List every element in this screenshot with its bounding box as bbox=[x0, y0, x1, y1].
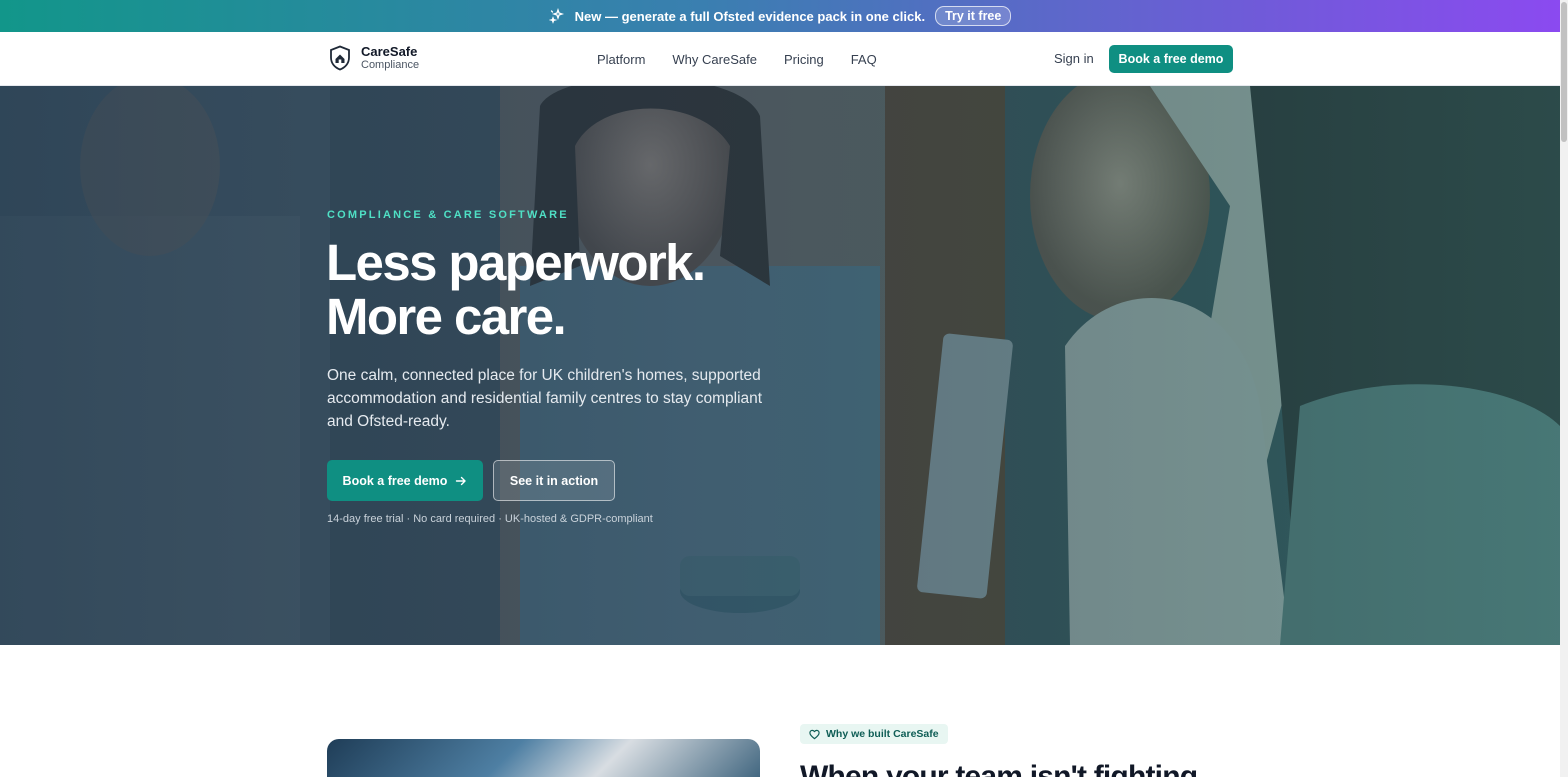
try-it-free-button[interactable]: Try it free bbox=[935, 6, 1012, 26]
hero-description: One calm, connected place for UK childre… bbox=[327, 367, 763, 430]
nav-book-demo-button[interactable]: Book a free demo bbox=[1109, 45, 1233, 73]
nav-links: Platform Why CareSafe Pricing FAQ bbox=[597, 32, 877, 86]
scrollbar-thumb[interactable] bbox=[1561, 2, 1567, 142]
shield-house-icon bbox=[330, 45, 350, 71]
see-it-in-action-button[interactable]: See it in action bbox=[493, 460, 615, 501]
nav-link-why-caresafe[interactable]: Why CareSafe bbox=[672, 52, 757, 67]
why-section-image bbox=[327, 739, 760, 777]
sparkle-icon bbox=[548, 8, 565, 24]
hero-section: COMPLIANCE & CARE SOFTWARE Less paperwor… bbox=[0, 86, 1560, 645]
why-badge: Why we built CareSafe bbox=[800, 724, 948, 744]
top-nav: CareSafe Compliance Platform Why CareSaf… bbox=[0, 32, 1560, 86]
page-scrollbar[interactable] bbox=[1560, 0, 1568, 777]
why-section-title: When your team isn't fighting bbox=[800, 760, 1198, 777]
arrow-right-icon bbox=[456, 476, 467, 485]
brand-sub: Compliance bbox=[361, 59, 420, 71]
brand-text: CareSafe Compliance bbox=[361, 44, 419, 72]
nav-link-faq[interactable]: FAQ bbox=[851, 52, 877, 67]
heart-icon bbox=[809, 729, 820, 739]
announcement-text: New — generate a full Ofsted evidence pa… bbox=[574, 8, 926, 24]
hero-eyebrow: COMPLIANCE & CARE SOFTWARE bbox=[327, 209, 569, 221]
hero-headline: Less paperwork. More care. bbox=[326, 234, 706, 345]
hero-headline-line-1: Less paperwork. bbox=[326, 234, 706, 291]
announcement-bar: New — generate a full Ofsted evidence pa… bbox=[0, 0, 1560, 32]
brand-logo-link[interactable]: CareSafe Compliance bbox=[329, 44, 419, 72]
nav-link-platform[interactable]: Platform bbox=[597, 52, 645, 67]
why-badge-label: Why we built CareSafe bbox=[826, 728, 939, 740]
hero-book-demo-label: Book a free demo bbox=[342, 473, 448, 488]
nav-link-pricing[interactable]: Pricing bbox=[784, 52, 824, 67]
hero-trust-line: 14-day free trial · No card required · U… bbox=[327, 513, 653, 525]
sign-in-link[interactable]: Sign in bbox=[1054, 51, 1094, 66]
brand-name: CareSafe bbox=[361, 44, 418, 59]
hero-book-demo-button[interactable]: Book a free demo bbox=[327, 460, 483, 501]
page: New — generate a full Ofsted evidence pa… bbox=[0, 0, 1568, 777]
hero-headline-line-2: More care. bbox=[326, 288, 567, 345]
